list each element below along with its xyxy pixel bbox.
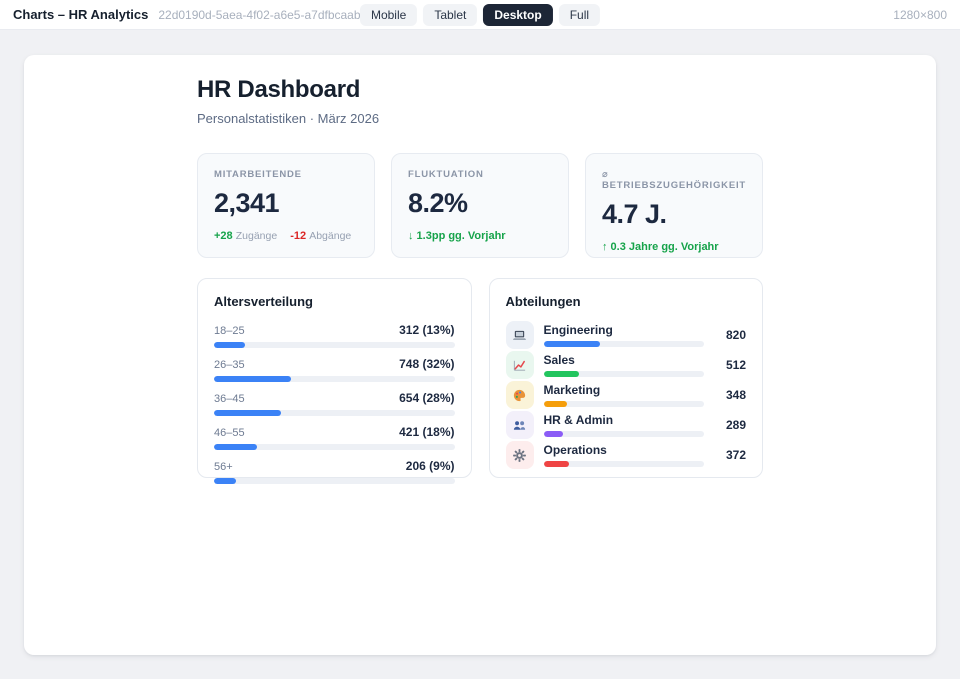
department-name: Operations (544, 444, 705, 456)
palette-icon (506, 381, 534, 409)
age-row: 56+ 206 (9%) (214, 459, 455, 484)
department-row-hr-admin: HR & Admin 289 (506, 411, 747, 439)
resolution-label: 1280×800 (893, 8, 947, 22)
age-range-label: 36–45 (214, 393, 245, 405)
delta-add-label: Zugänge (236, 230, 277, 242)
departments-card: Abteilungen Engineering 820 (489, 278, 764, 478)
kpi-label: Fluktuation (408, 169, 552, 180)
kpi-card-betriebszugehoerigkeit: ⌀ Betriebszugehörigkeit 4.7 J. ↑ 0.3 Jah… (585, 153, 763, 258)
age-range-label: 18–25 (214, 325, 245, 337)
kpi-label: Mitarbeitende (214, 169, 358, 180)
gear-icon (506, 441, 534, 469)
age-range-label: 46–55 (214, 427, 245, 439)
bar-track (214, 444, 455, 450)
age-range-label: 56+ (214, 461, 233, 473)
bar-track (214, 376, 455, 382)
page-subtitle: Personalstatistiken · März 2026 (197, 111, 763, 126)
kpi-delta: ↑ 0.3 Jahre gg. Vorjahr (602, 241, 746, 253)
device-button-tablet[interactable]: Tablet (423, 4, 477, 26)
laptop-icon (506, 321, 534, 349)
age-row: 26–35 748 (32%) (214, 357, 455, 382)
age-distribution-card: Altersverteilung 18–25 312 (13%) 26–35 7… (197, 278, 472, 478)
preview-canvas: HR Dashboard Personalstatistiken · März … (24, 55, 936, 655)
bar-track (544, 371, 705, 377)
department-value: 820 (714, 328, 746, 342)
age-rows: 18–25 312 (13%) 26–35 748 (32%) (214, 323, 455, 484)
kpi-value: 2,341 (214, 188, 358, 219)
delta-remove-value: -12 (290, 230, 306, 242)
age-value-label: 312 (13%) (399, 323, 454, 337)
bar-fill (544, 461, 570, 467)
department-name: Sales (544, 354, 705, 366)
kpi-delta: +28 Zugänge -12 Abgänge (214, 230, 358, 242)
age-row: 46–55 421 (18%) (214, 425, 455, 450)
bar-fill (214, 376, 291, 382)
department-row-marketing: Marketing 348 (506, 381, 747, 409)
department-name: Engineering (544, 324, 705, 336)
age-value-label: 654 (28%) (399, 391, 454, 405)
bar-fill (214, 342, 245, 348)
chart-title: Altersverteilung (214, 294, 455, 309)
bar-track (544, 461, 705, 467)
kpi-card-mitarbeitende: Mitarbeitende 2,341 +28 Zugänge -12 Abgä… (197, 153, 375, 258)
department-row-operations: Operations 372 (506, 441, 747, 469)
device-button-mobile[interactable]: Mobile (360, 4, 417, 26)
kpi-label: ⌀ Betriebszugehörigkeit (602, 169, 746, 191)
department-name: HR & Admin (544, 414, 705, 426)
bar-track (214, 410, 455, 416)
people-icon (506, 411, 534, 439)
bar-fill (544, 431, 564, 437)
age-row: 18–25 312 (13%) (214, 323, 455, 348)
department-rows: Engineering 820 Sales 512 (506, 321, 747, 469)
department-name: Marketing (544, 384, 705, 396)
bar-track (544, 341, 705, 347)
age-value-label: 421 (18%) (399, 425, 454, 439)
age-value-label: 206 (9%) (406, 459, 455, 473)
device-button-full[interactable]: Full (559, 4, 600, 26)
bar-fill (544, 371, 579, 377)
app-title: Charts – HR Analytics (13, 7, 148, 22)
kpi-delta: ↓ 1.3pp gg. Vorjahr (408, 230, 552, 242)
bar-track (214, 342, 455, 348)
department-row-sales: Sales 512 (506, 351, 747, 379)
age-row: 36–45 654 (28%) (214, 391, 455, 416)
charts-row: Altersverteilung 18–25 312 (13%) 26–35 7… (197, 278, 763, 478)
project-uuid: 22d0190d-5aea-4f02-a6e5-a7dfbcaabf53 (158, 8, 377, 22)
department-value: 512 (714, 358, 746, 372)
kpi-value: 8.2% (408, 188, 552, 219)
delta-add-value: +28 (214, 230, 233, 242)
bar-fill (544, 401, 568, 407)
kpi-row: Mitarbeitende 2,341 +28 Zugänge -12 Abgä… (197, 153, 763, 258)
bar-track (214, 478, 455, 484)
kpi-value: 4.7 J. (602, 199, 746, 230)
age-range-label: 26–35 (214, 359, 245, 371)
topbar: Charts – HR Analytics 22d0190d-5aea-4f02… (0, 0, 960, 30)
chart-title: Abteilungen (506, 294, 747, 309)
kpi-card-fluktuation: Fluktuation 8.2% ↓ 1.3pp gg. Vorjahr (391, 153, 569, 258)
device-button-desktop[interactable]: Desktop (483, 4, 552, 26)
bar-fill (214, 478, 236, 484)
department-value: 372 (714, 448, 746, 462)
bar-fill (214, 410, 281, 416)
department-value: 348 (714, 388, 746, 402)
page-title: HR Dashboard (197, 76, 763, 104)
department-row-engineering: Engineering 820 (506, 321, 747, 349)
department-value: 289 (714, 418, 746, 432)
device-toggle-group: Mobile Tablet Desktop Full (360, 4, 600, 26)
bar-track (544, 431, 705, 437)
age-value-label: 748 (32%) (399, 357, 454, 371)
delta-remove-label: Abgänge (309, 230, 351, 242)
bar-fill (214, 444, 257, 450)
chart-up-icon (506, 351, 534, 379)
bar-track (544, 401, 705, 407)
bar-fill (544, 341, 600, 347)
